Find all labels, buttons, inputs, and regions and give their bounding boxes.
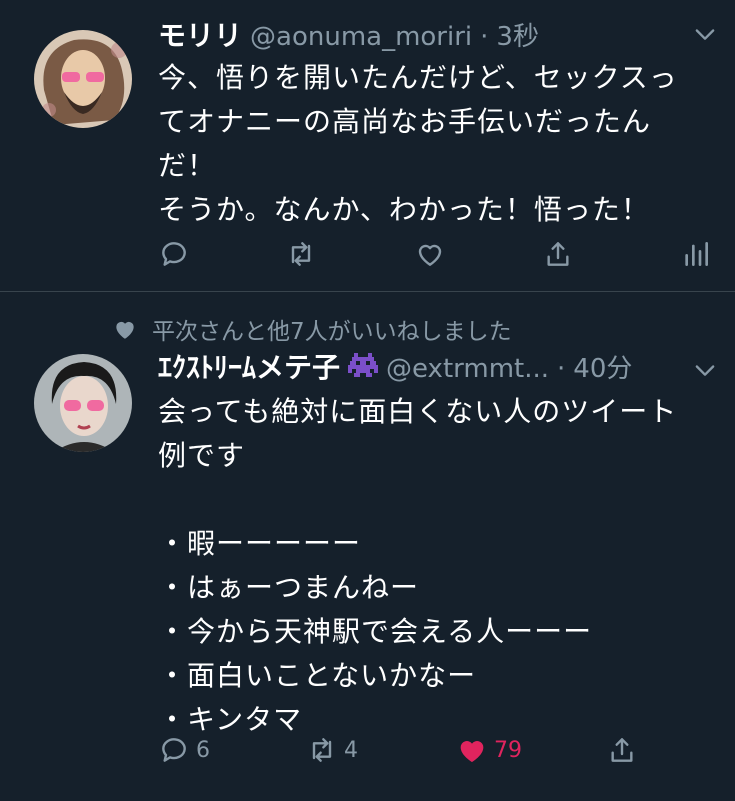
avatar[interactable] [34, 30, 132, 128]
avatar[interactable] [34, 354, 132, 452]
reply-button[interactable] [158, 238, 190, 270]
timestamp[interactable]: 3秒 [496, 16, 539, 53]
tweet-text: 会っても絶対に面白くない人のツイート 例です ・暇ーーーーー ・はぁーつまんねー… [158, 395, 678, 736]
display-name[interactable]: ｴｸｽﾄﾘｰﾑメテ子 [158, 346, 340, 386]
social-context-text[interactable]: 平次さんと他7人がいいねしました [152, 312, 512, 346]
user-handle[interactable]: @aonuma_moriri [250, 22, 472, 52]
separator-dot: · [557, 354, 566, 384]
share-icon [611, 738, 633, 762]
heart-icon [116, 321, 134, 339]
social-context: 平次さんと他7人がいいねしました [112, 312, 512, 346]
like-button[interactable] [414, 238, 446, 270]
share-button[interactable] [542, 238, 574, 270]
tweet-actions [158, 238, 715, 278]
display-name[interactable]: モリリ [158, 14, 242, 54]
reply-count: 6 [196, 737, 210, 763]
analytics-button[interactable] [680, 238, 712, 270]
divider [0, 291, 735, 292]
tweet-header: ｴｸｽﾄﾘｰﾑメテ子 @extrmmt... · 40分 [158, 346, 675, 386]
reply-button[interactable]: 6 [158, 734, 210, 766]
tweet[interactable]: モリリ @aonuma_moriri · 3秒 今、悟りを開いたんだけど、セック… [0, 0, 735, 292]
alien-monster-icon [348, 353, 379, 377]
retweet-icon [312, 738, 332, 762]
separator-dot: · [480, 22, 489, 52]
reply-icon [162, 738, 186, 762]
avatar-image [34, 30, 132, 128]
retweet-count: 4 [344, 737, 358, 763]
like-button[interactable]: 79 [456, 734, 522, 766]
user-handle[interactable]: @extrmmt... [386, 354, 549, 384]
tweet-actions: 6 4 79 [158, 734, 715, 774]
retweet-button[interactable]: 4 [306, 734, 358, 766]
tweet-text: 今、悟りを開いたんだけど、セックスっ てオナニーの高尚なお手伝いだったん だ！ … [158, 61, 678, 226]
like-count: 79 [494, 737, 522, 763]
tweet-header: モリリ @aonuma_moriri · 3秒 [158, 14, 675, 54]
chevron-down-icon[interactable] [691, 356, 719, 384]
share-button[interactable] [606, 734, 638, 766]
share-icon [547, 242, 569, 266]
reply-icon [162, 242, 186, 266]
analytics-icon [685, 242, 708, 266]
avatar-image [34, 354, 132, 452]
heart-icon [460, 741, 484, 762]
chevron-down-icon[interactable] [691, 20, 719, 48]
retweet-button[interactable] [285, 238, 317, 270]
timestamp[interactable]: 40分 [573, 348, 632, 385]
heart-icon [418, 244, 442, 266]
retweet-icon [291, 242, 311, 266]
